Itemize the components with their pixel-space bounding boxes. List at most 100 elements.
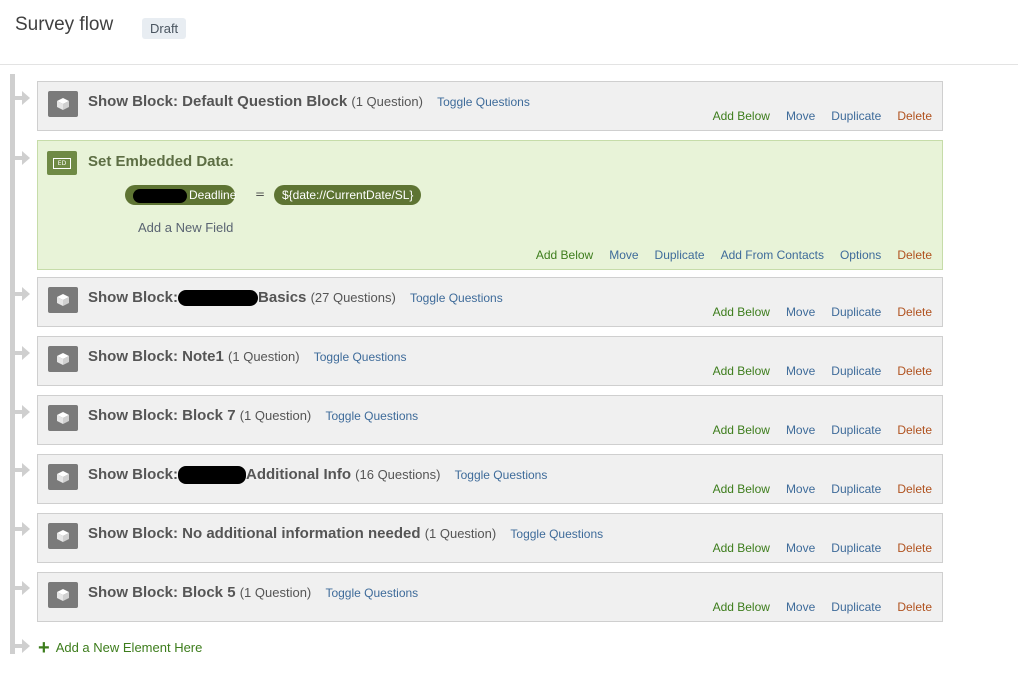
- block-title-suffix: Basics: [258, 289, 307, 306]
- block-title: Show Block: Basics (27 Questions) Toggle …: [88, 289, 503, 307]
- block-actions: Add Below Move Duplicate Delete: [697, 541, 932, 555]
- block-title-text: Show Block: Block 5: [88, 584, 236, 601]
- block-icon: [48, 287, 78, 313]
- block-title: Show Block: Block 5 (1 Question) Toggle …: [88, 584, 418, 601]
- redacted-mark: [133, 188, 187, 203]
- add-new-element-button[interactable]: + Add a New Element Here: [38, 637, 202, 660]
- move-button[interactable]: Move: [786, 423, 815, 437]
- add-new-field-link[interactable]: Add a New Field: [138, 220, 233, 235]
- flow-arrow-icon: [15, 287, 30, 301]
- block-actions: Add Below Move Duplicate Delete: [697, 364, 932, 378]
- toggle-questions-link[interactable]: Toggle Questions: [455, 468, 548, 482]
- flow-block[interactable]: Show Block: Basics (27 Questions) Toggle …: [37, 277, 943, 327]
- duplicate-button[interactable]: Duplicate: [831, 423, 881, 437]
- block-actions: Add Below Move Duplicate Delete: [697, 600, 932, 614]
- embedded-data-icon: ED: [47, 151, 77, 175]
- add-below-button[interactable]: Add Below: [713, 600, 770, 614]
- block-icon: [48, 346, 78, 372]
- block-title-suffix: Additional Info: [246, 466, 351, 483]
- add-below-button[interactable]: Add Below: [713, 109, 770, 123]
- flow-block[interactable]: Show Block: Block 5 (1 Question) Toggle …: [37, 572, 943, 622]
- move-button[interactable]: Move: [786, 482, 815, 496]
- delete-button[interactable]: Delete: [897, 541, 932, 555]
- options-button[interactable]: Options: [840, 248, 881, 262]
- flow-block[interactable]: Show Block: Note1 (1 Question) Toggle Qu…: [37, 336, 943, 386]
- block-title: Show Block: No additional information ne…: [88, 525, 603, 542]
- question-count: (1 Question): [239, 585, 312, 600]
- question-count: (16 Questions): [355, 467, 441, 482]
- embedded-data-element[interactable]: ED Set Embedded Data: Deadline = ${date:…: [37, 140, 943, 270]
- flow-block[interactable]: Show Block: No additional information ne…: [37, 513, 943, 563]
- flow-arrow-icon: [15, 91, 30, 105]
- block-icon: [48, 523, 78, 549]
- delete-button[interactable]: Delete: [897, 364, 932, 378]
- add-below-button[interactable]: Add Below: [536, 248, 593, 262]
- duplicate-button[interactable]: Duplicate: [831, 482, 881, 496]
- add-below-button[interactable]: Add Below: [713, 305, 770, 319]
- delete-button[interactable]: Delete: [897, 305, 932, 319]
- block-title-text: Show Block: Note1: [88, 348, 224, 365]
- flow-arrow-icon: [15, 522, 30, 536]
- add-below-button[interactable]: Add Below: [713, 482, 770, 496]
- flow-arrow-icon: [15, 639, 30, 653]
- add-below-button[interactable]: Add Below: [713, 423, 770, 437]
- embedded-field-name[interactable]: Deadline: [125, 185, 237, 205]
- add-from-contacts-button[interactable]: Add From Contacts: [721, 248, 824, 262]
- flow-block[interactable]: Show Block: Default Question Block (1 Qu…: [37, 81, 943, 131]
- flow-block[interactable]: Show Block: Block 7 (1 Question) Toggle …: [37, 395, 943, 445]
- block-icon: [48, 582, 78, 608]
- plus-icon: +: [38, 637, 50, 659]
- block-actions: Add Below Move Duplicate Delete: [697, 109, 932, 123]
- toggle-questions-link[interactable]: Toggle Questions: [325, 409, 418, 423]
- block-title-text: Show Block: No additional information ne…: [88, 525, 421, 542]
- flow-arrow-icon: [15, 151, 30, 165]
- delete-button[interactable]: Delete: [897, 109, 932, 123]
- move-button[interactable]: Move: [609, 248, 638, 262]
- question-count: (1 Question): [239, 408, 312, 423]
- block-title: Show Block: Default Question Block (1 Qu…: [88, 93, 530, 110]
- status-badge: Draft: [142, 18, 187, 39]
- embedded-data-title: Set Embedded Data:: [88, 153, 234, 170]
- question-count: (1 Question): [351, 94, 423, 109]
- block-title-text: Show Block:: [88, 289, 179, 306]
- duplicate-button[interactable]: Duplicate: [831, 364, 881, 378]
- duplicate-button[interactable]: Duplicate: [831, 109, 881, 123]
- toggle-questions-link[interactable]: Toggle Questions: [510, 527, 603, 541]
- flow-block[interactable]: Show Block: Additional Info (16 Questions…: [37, 454, 943, 504]
- move-button[interactable]: Move: [786, 600, 815, 614]
- move-button[interactable]: Move: [786, 109, 815, 123]
- flow-arrow-icon: [15, 346, 30, 360]
- block-actions: Add Below Move Duplicate Delete: [697, 482, 932, 496]
- add-below-button[interactable]: Add Below: [713, 541, 770, 555]
- block-icon: [48, 91, 78, 117]
- add-below-button[interactable]: Add Below: [713, 364, 770, 378]
- block-icon: [48, 464, 78, 490]
- embedded-field-value[interactable]: ${date://CurrentDate/SL}: [274, 185, 422, 205]
- page-title: Survey flow: [15, 14, 114, 35]
- delete-button[interactable]: Delete: [897, 600, 932, 614]
- embedded-actions: Add Below Move Duplicate Add From Contacts O…: [520, 248, 932, 262]
- move-button[interactable]: Move: [786, 364, 815, 378]
- move-button[interactable]: Move: [786, 305, 815, 319]
- block-title: Show Block: Block 7 (1 Question) Toggle …: [88, 407, 418, 424]
- block-title-text: Show Block: Block 7: [88, 407, 236, 424]
- delete-button[interactable]: Delete: [897, 248, 932, 262]
- page-header: Survey flow Draft: [0, 0, 1018, 65]
- duplicate-button[interactable]: Duplicate: [831, 541, 881, 555]
- move-button[interactable]: Move: [786, 541, 815, 555]
- duplicate-button[interactable]: Duplicate: [831, 600, 881, 614]
- field-name-text: Deadline: [189, 188, 237, 202]
- add-new-element-label: Add a New Element Here: [55, 640, 203, 655]
- duplicate-button[interactable]: Duplicate: [655, 248, 705, 262]
- redacted-mark: [178, 290, 259, 307]
- block-title: Show Block: Additional Info (16 Questions…: [88, 466, 548, 485]
- toggle-questions-link[interactable]: Toggle Questions: [410, 291, 503, 305]
- duplicate-button[interactable]: Duplicate: [831, 305, 881, 319]
- flow-arrow-icon: [15, 581, 30, 595]
- delete-button[interactable]: Delete: [897, 423, 932, 437]
- delete-button[interactable]: Delete: [897, 482, 932, 496]
- toggle-questions-link[interactable]: Toggle Questions: [437, 95, 530, 109]
- toggle-questions-link[interactable]: Toggle Questions: [325, 586, 418, 600]
- block-title: Show Block: Note1 (1 Question) Toggle Qu…: [88, 348, 406, 365]
- toggle-questions-link[interactable]: Toggle Questions: [314, 350, 407, 364]
